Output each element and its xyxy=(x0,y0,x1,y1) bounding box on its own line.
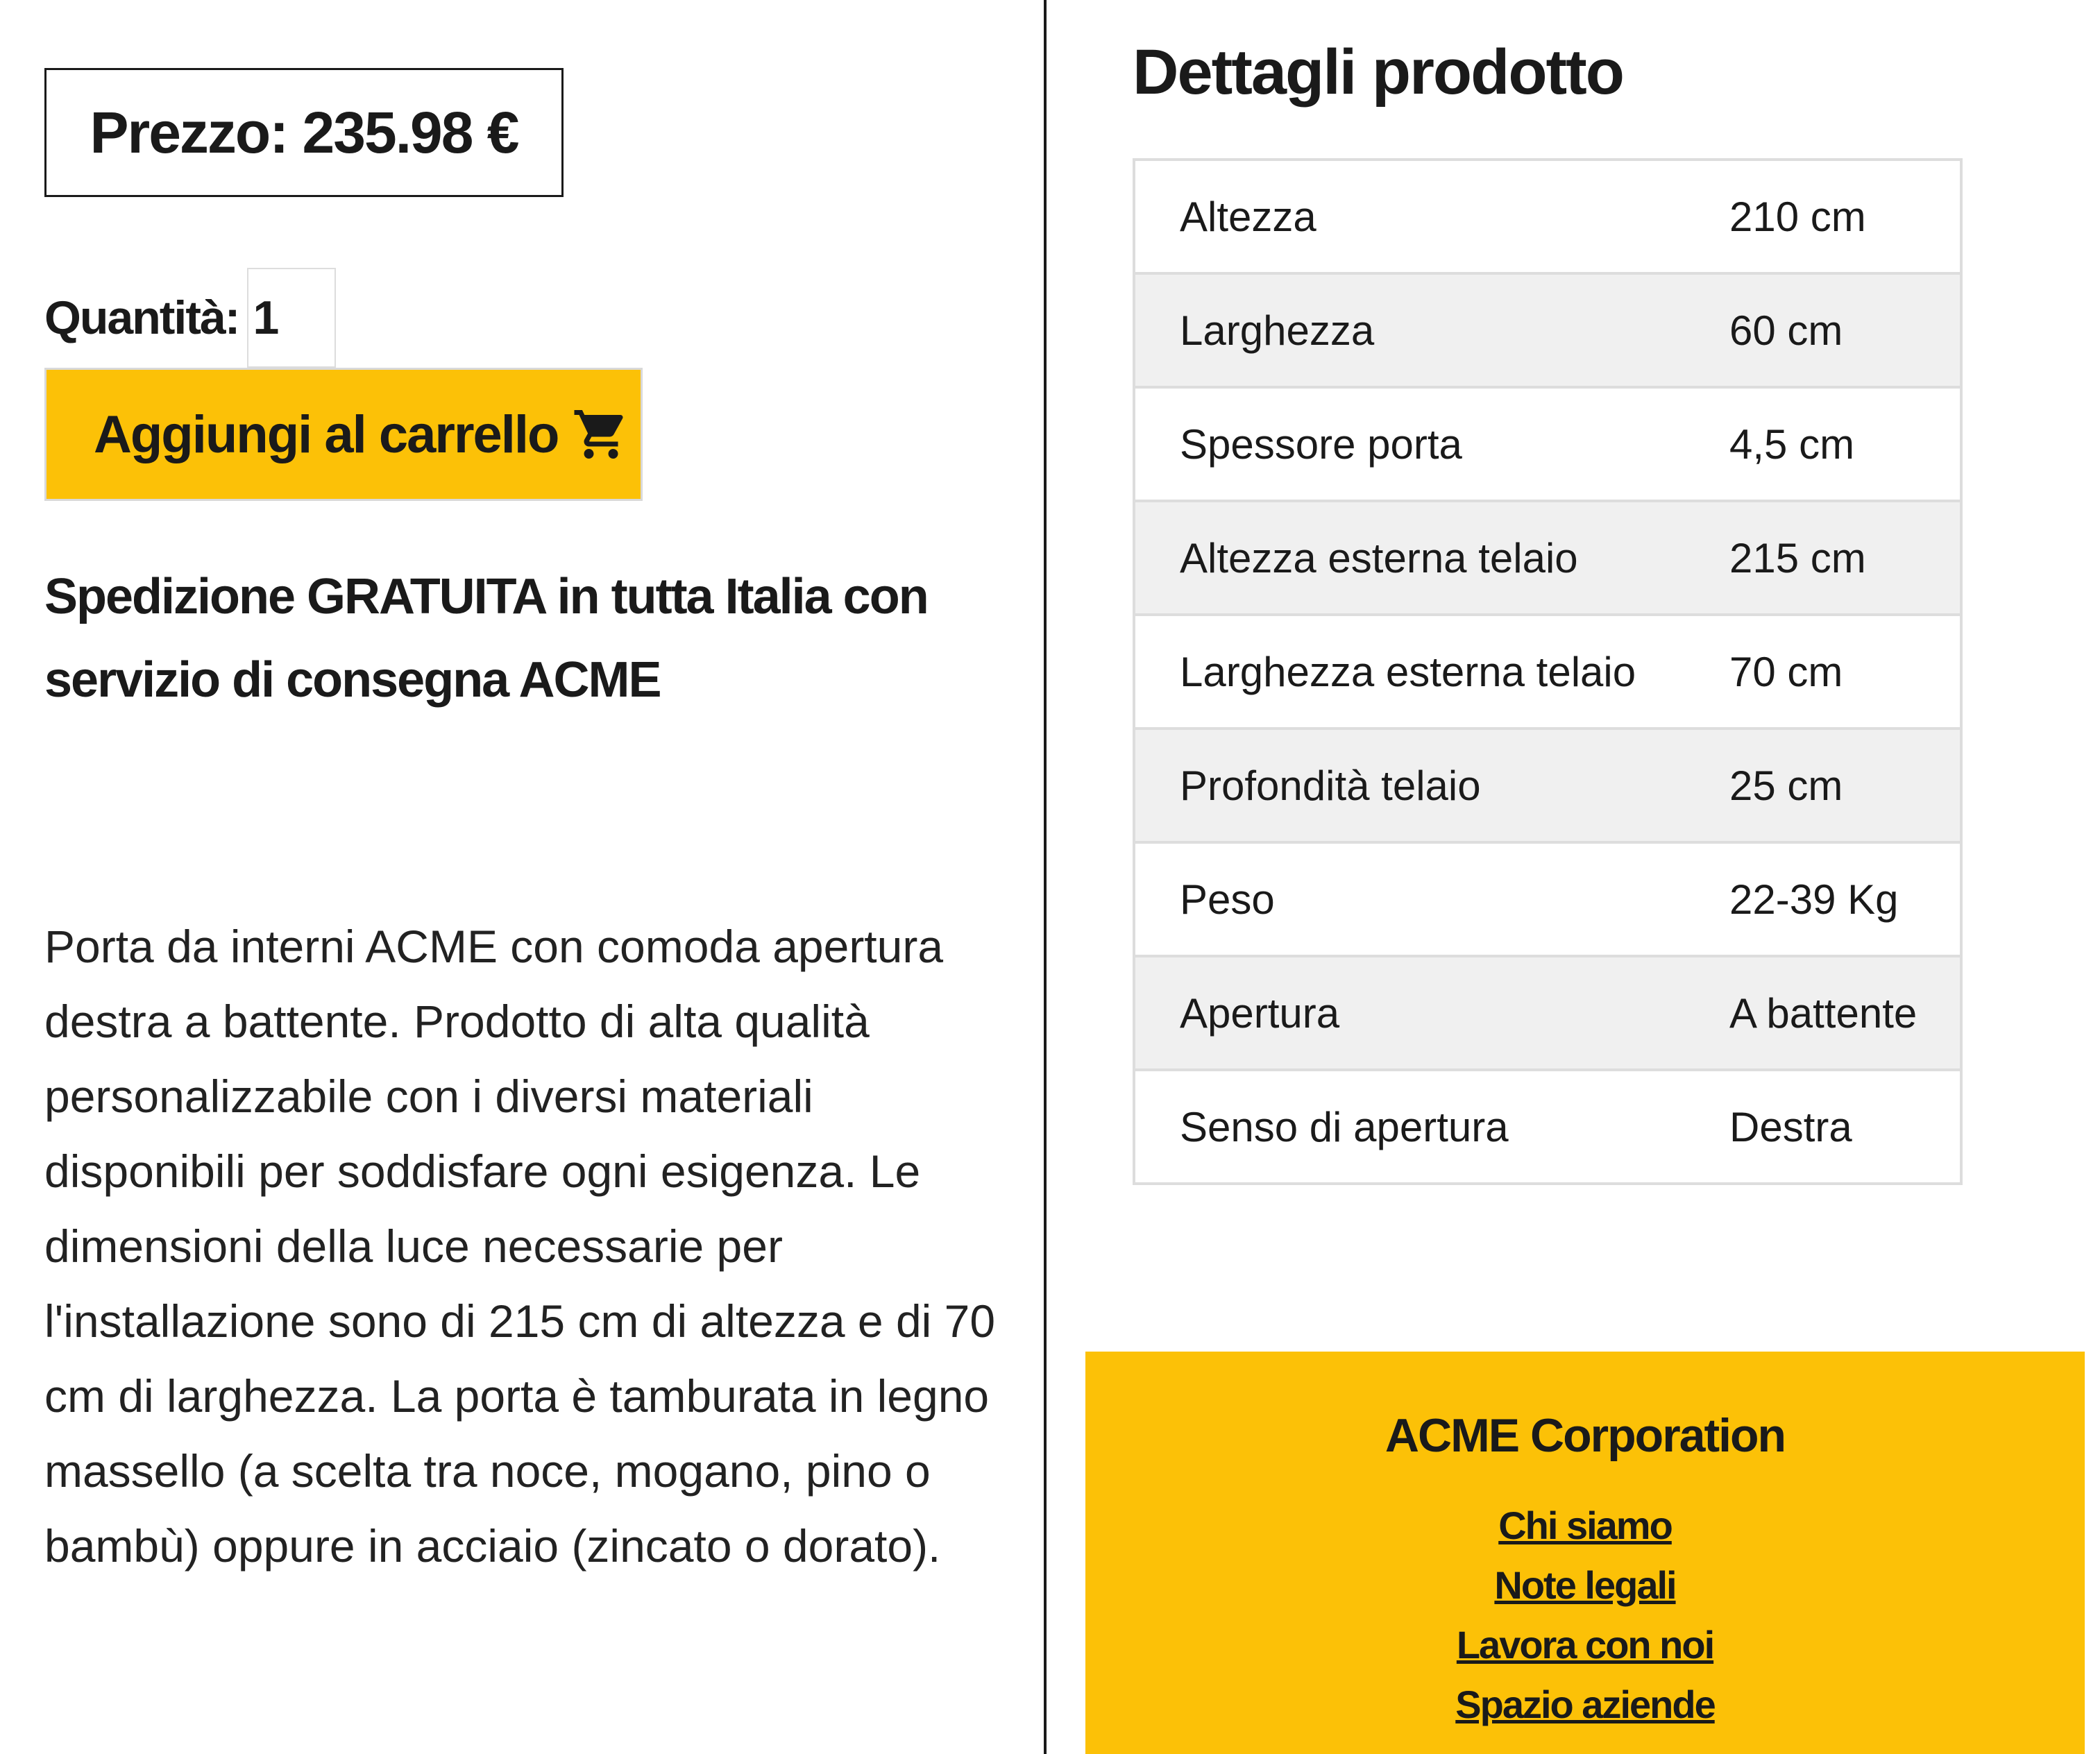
detail-label: Apertura xyxy=(1134,955,1729,1070)
footer: ACME Corporation Chi siamo Note legali L… xyxy=(1085,1352,2085,1754)
table-row: Altezza esterna telaio 215 cm xyxy=(1134,500,1961,615)
table-row: Senso di apertura Destra xyxy=(1134,1068,1961,1184)
detail-label: Larghezza xyxy=(1134,272,1729,387)
quantity-input[interactable] xyxy=(247,268,337,368)
detail-value: 25 cm xyxy=(1729,727,1961,842)
detail-label: Larghezza esterna telaio xyxy=(1134,613,1729,729)
detail-value: 60 cm xyxy=(1729,272,1961,387)
table-row: Apertura A battente xyxy=(1134,955,1961,1070)
detail-value: 215 cm xyxy=(1729,500,1961,615)
table-row: Profondità telaio 25 cm xyxy=(1134,727,1961,842)
detail-value: 4,5 cm xyxy=(1729,386,1961,501)
table-row: Larghezza 60 cm xyxy=(1134,272,1961,387)
detail-value: A battente xyxy=(1729,955,1961,1070)
footer-link-chi-siamo[interactable]: Chi siamo xyxy=(1085,1496,2085,1556)
detail-label: Senso di apertura xyxy=(1134,1068,1729,1184)
detail-label: Profondità telaio xyxy=(1134,727,1729,842)
column-divider xyxy=(1044,0,1047,1754)
detail-label: Spessore porta xyxy=(1134,386,1729,501)
detail-value: 210 cm xyxy=(1729,158,1961,273)
price-label: Prezzo: 235.98 € xyxy=(90,99,519,165)
footer-company-name: ACME Corporation xyxy=(1385,1409,1786,1462)
table-row: Spessore porta 4,5 cm xyxy=(1134,386,1961,501)
quantity-row: Quantità: xyxy=(44,268,337,368)
details-title: Dettagli prodotto xyxy=(1133,37,1625,108)
table-row: Altezza 210 cm xyxy=(1134,158,1961,273)
detail-value: Destra xyxy=(1729,1068,1961,1184)
product-description: Porta da interni ACME con comoda apertur… xyxy=(44,921,996,1572)
shopping-cart-icon xyxy=(572,405,630,463)
table-row: Larghezza esterna telaio 70 cm xyxy=(1134,613,1961,729)
add-to-cart-button[interactable]: Aggiungi al carrello xyxy=(44,368,643,501)
detail-value: 70 cm xyxy=(1729,613,1961,729)
detail-label: Altezza esterna telaio xyxy=(1134,500,1729,615)
detail-value: 22-39 Kg xyxy=(1729,841,1961,956)
quantity-label: Quantità: xyxy=(44,291,240,344)
footer-link-lavora-con-noi[interactable]: Lavora con noi xyxy=(1085,1615,2085,1675)
detail-label: Peso xyxy=(1134,841,1729,956)
detail-label: Altezza xyxy=(1134,158,1729,273)
footer-link-note-legali[interactable]: Note legali xyxy=(1085,1556,2085,1615)
add-to-cart-label: Aggiungi al carrello xyxy=(94,405,559,464)
details-table: Altezza 210 cm Larghezza 60 cm Spessore … xyxy=(1133,158,1963,1185)
price-box: Prezzo: 235.98 € xyxy=(44,68,564,197)
footer-link-spazio-aziende[interactable]: Spazio aziende xyxy=(1085,1675,2085,1735)
shipping-notice: Spedizione GRATUITA in tutta Italia con … xyxy=(44,569,929,708)
table-row: Peso 22-39 Kg xyxy=(1134,841,1961,956)
